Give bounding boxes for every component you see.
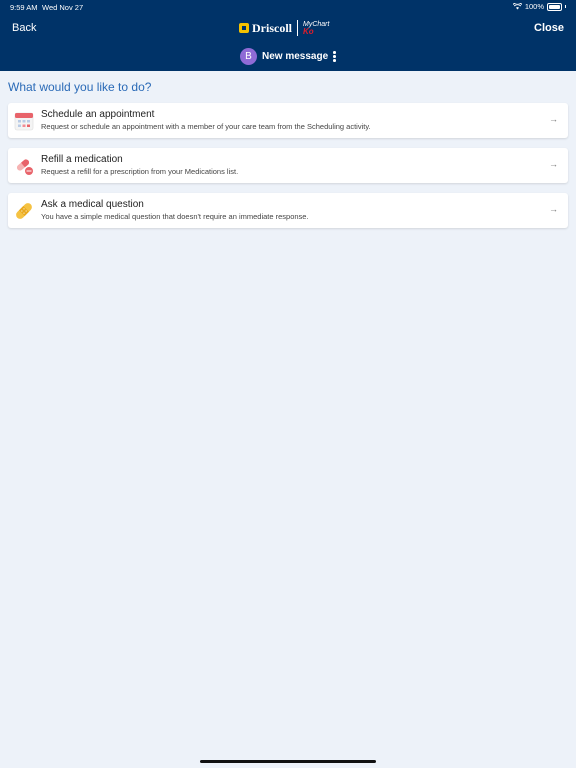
arrow-right-icon: → [549, 159, 558, 169]
close-button[interactable]: Close [534, 22, 564, 34]
calendar-icon [14, 112, 34, 131]
battery-percent: 100% [524, 2, 544, 11]
arrow-right-icon: → [549, 114, 558, 124]
app-header: Back Driscoll MyChart Ko Close B New mes… [0, 14, 576, 71]
wifi-icon [512, 3, 522, 10]
mychart-logo-sub: Ko [303, 26, 314, 36]
arrow-right-icon: → [549, 204, 558, 214]
bandage-icon [16, 203, 32, 219]
driscoll-logo-text: Driscoll [252, 20, 292, 35]
battery-tip [565, 5, 566, 8]
new-message-context[interactable]: B New message [240, 48, 336, 65]
option-ask-medical-question[interactable]: Ask a medical question You have a simple… [8, 193, 568, 228]
status-bar: 9:59 AM Wed Nov 27 100% [0, 0, 576, 14]
avatar[interactable]: B [240, 48, 257, 65]
status-time: 9:59 AM [10, 3, 38, 12]
option-title: Schedule an appointment [41, 109, 155, 120]
battery-icon [547, 2, 562, 11]
pill-icon [16, 159, 33, 175]
more-options-icon[interactable] [333, 51, 336, 62]
status-right: 100% [512, 2, 566, 11]
option-title: Ask a medical question [41, 199, 144, 210]
home-indicator[interactable] [200, 760, 376, 763]
status-date: Wed Nov 27 [42, 3, 84, 12]
mychart-logo: MyChart Ko [303, 21, 329, 36]
option-schedule-appointment[interactable]: Schedule an appointment Request or sched… [8, 103, 568, 138]
option-refill-medication[interactable]: Refill a medication Request a refill for… [8, 148, 568, 183]
option-description: You have a simple medical question that … [41, 212, 309, 221]
driscoll-mychart-logo: Driscoll MyChart Ko [239, 18, 329, 38]
driscoll-logo-icon [239, 23, 249, 33]
option-title: Refill a medication [41, 154, 123, 165]
new-message-title: New message [262, 51, 329, 62]
logo-divider [297, 20, 298, 36]
option-description: Request or schedule an appointment with … [41, 122, 371, 131]
back-button[interactable]: Back [12, 22, 36, 34]
option-description: Request a refill for a prescription from… [41, 167, 239, 176]
page-prompt: What would you like to do? [8, 80, 152, 94]
